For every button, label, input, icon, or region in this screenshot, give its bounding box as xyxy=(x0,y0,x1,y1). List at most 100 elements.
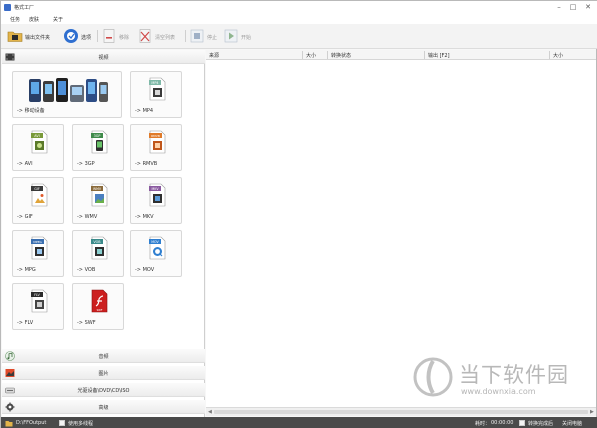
column-convert-status[interactable]: 转换状态 xyxy=(331,52,351,59)
app-window: 格式工厂 – □ ✕ 任务 皮肤 关于 输出文件夹 选项 移除 清空列表 停止 … xyxy=(0,0,597,428)
tile-mkv[interactable]: MKV -> MKV xyxy=(130,177,182,224)
scrollbar-thumb[interactable] xyxy=(214,410,588,414)
menu-bar: 任务 皮肤 关于 xyxy=(1,14,597,24)
mpg-file-icon: MPEG xyxy=(31,236,48,260)
svg-text:3GP: 3GP xyxy=(94,134,101,138)
after-convert-action[interactable]: 关闭电脑 xyxy=(562,420,582,427)
tile-swf[interactable]: SWF -> SWF xyxy=(72,283,124,330)
svg-text:GIF: GIF xyxy=(34,187,40,191)
category-disc-label: 光驱设备\DVD\CD\ISO xyxy=(77,388,130,394)
column-output-size[interactable]: 大小 xyxy=(553,52,563,59)
output-folder-label: 输出文件夹 xyxy=(25,35,51,41)
column-source[interactable]: 来源 xyxy=(209,52,219,59)
mobile-devices-icon xyxy=(29,78,108,102)
tile-mpg-label: -> MPG xyxy=(17,267,36,273)
avi-file-icon: AVI xyxy=(31,130,48,154)
gif-file-icon: GIF xyxy=(31,183,48,207)
tile-rmvb[interactable]: RMVB -> RMVB xyxy=(130,124,182,171)
tile-mobile-device-label: -> 移动设备 xyxy=(17,108,45,114)
column-divider[interactable] xyxy=(549,51,550,59)
category-image[interactable]: 图片 xyxy=(2,366,205,380)
watermark-url: www.downxia.com xyxy=(461,387,536,396)
tile-mkv-label: -> MKV xyxy=(135,214,154,220)
vob-file-icon: VOB xyxy=(91,236,108,260)
tile-gif[interactable]: GIF -> GIF xyxy=(12,177,64,224)
menu-skin[interactable]: 皮肤 xyxy=(29,16,39,23)
tile-mobile-device[interactable]: -> 移动设备 xyxy=(12,71,122,118)
close-button[interactable]: ✕ xyxy=(583,3,593,12)
mkv-file-icon: MKV xyxy=(149,183,166,207)
output-folder-icon[interactable] xyxy=(5,419,13,427)
task-list-header: 来源 大小 转换状态 输出 [F2] 大小 xyxy=(206,50,596,60)
svg-text:MP4: MP4 xyxy=(151,81,158,85)
scroll-right-icon[interactable]: ▶ xyxy=(590,408,594,416)
clear-list-icon xyxy=(139,29,151,43)
tile-wmv[interactable]: WMV -> WMV xyxy=(72,177,124,224)
tile-mov[interactable]: MOV -> MOV xyxy=(130,230,182,277)
category-video[interactable]: 视频 xyxy=(2,50,205,64)
svg-text:RMVB: RMVB xyxy=(151,134,160,138)
app-logo-icon xyxy=(4,4,11,11)
tile-flv[interactable]: FLV -> FLV xyxy=(12,283,64,330)
toolbar-separator xyxy=(97,30,98,42)
remove-button[interactable]: 移除 xyxy=(101,28,133,44)
menu-task[interactable]: 任务 xyxy=(10,16,20,23)
svg-text:SWF: SWF xyxy=(97,308,103,312)
tile-3gp[interactable]: 3GP -> 3GP xyxy=(72,124,124,171)
category-advanced-label: 高级 xyxy=(98,405,109,411)
tile-mpg[interactable]: MPEG -> MPG xyxy=(12,230,64,277)
tile-wmv-label: -> WMV xyxy=(77,214,98,220)
minimize-button[interactable]: – xyxy=(554,3,564,12)
tile-gif-label: -> GIF xyxy=(17,214,33,220)
scroll-left-icon[interactable]: ◀ xyxy=(208,408,212,416)
category-audio-label: 音频 xyxy=(98,354,109,360)
menu-about[interactable]: 关于 xyxy=(53,16,63,23)
wmv-file-icon: WMV xyxy=(91,183,108,207)
tile-rmvb-label: -> RMVB xyxy=(135,161,158,167)
options-icon xyxy=(64,29,78,43)
folder-icon xyxy=(7,31,23,42)
column-divider[interactable] xyxy=(327,51,328,59)
watermark-text: 当下软件园 xyxy=(459,363,569,387)
tile-mp4-label: -> MP4 xyxy=(135,108,154,114)
3gp-file-icon: 3GP xyxy=(91,130,108,154)
start-button[interactable]: 开始 xyxy=(223,28,255,44)
svg-text:FLV: FLV xyxy=(34,293,40,297)
category-disc[interactable]: 光驱设备\DVD\CD\ISO xyxy=(2,383,205,397)
elapsed-label: 耗时： xyxy=(475,421,491,427)
category-audio[interactable]: 音频 xyxy=(2,349,205,363)
svg-text:AVI: AVI xyxy=(34,134,39,138)
tile-avi[interactable]: AVI -> AVI xyxy=(12,124,64,171)
toolbar: 输出文件夹 选项 移除 清空列表 停止 开始 xyxy=(1,24,597,49)
clear-list-label: 清空列表 xyxy=(155,35,176,41)
tile-3gp-label: -> 3GP xyxy=(77,161,95,167)
options-label: 选项 xyxy=(81,35,92,41)
output-path[interactable]: D:\FFOutput xyxy=(16,420,46,426)
options-button[interactable]: 选项 xyxy=(63,28,95,44)
stop-button[interactable]: 停止 xyxy=(189,28,219,44)
rmvb-file-icon: RMVB xyxy=(149,130,166,154)
watermark: 当下软件园 www.downxia.com xyxy=(413,353,593,405)
column-output[interactable]: 输出 [F2] xyxy=(428,52,450,59)
category-advanced[interactable]: 高级 xyxy=(2,400,205,414)
column-divider[interactable] xyxy=(302,51,303,59)
multithread-label: 使用多线程 xyxy=(68,421,94,427)
mov-file-icon: MOV xyxy=(149,236,166,260)
remove-label: 移除 xyxy=(119,35,130,41)
column-size[interactable]: 大小 xyxy=(306,52,316,59)
title-bar: 格式工厂 – □ ✕ xyxy=(1,1,597,14)
column-divider[interactable] xyxy=(424,51,425,59)
tile-swf-label: -> SWF xyxy=(77,320,96,326)
after-convert-label: 转换完成后 xyxy=(528,421,554,427)
maximize-button[interactable]: □ xyxy=(568,3,578,12)
after-convert-checkbox[interactable] xyxy=(519,420,525,426)
start-label: 开始 xyxy=(241,35,252,41)
horizontal-scrollbar[interactable]: ◀ ▶ xyxy=(206,407,596,416)
multithread-checkbox[interactable] xyxy=(59,420,65,426)
tile-flv-label: -> FLV xyxy=(17,320,34,326)
tile-vob[interactable]: VOB -> VOB xyxy=(72,230,124,277)
clear-list-button[interactable]: 清空列表 xyxy=(137,28,179,44)
start-icon xyxy=(224,29,238,43)
tile-mp4[interactable]: MP4 -> MP4 xyxy=(130,71,182,118)
output-folder-button[interactable]: 输出文件夹 xyxy=(7,28,59,44)
